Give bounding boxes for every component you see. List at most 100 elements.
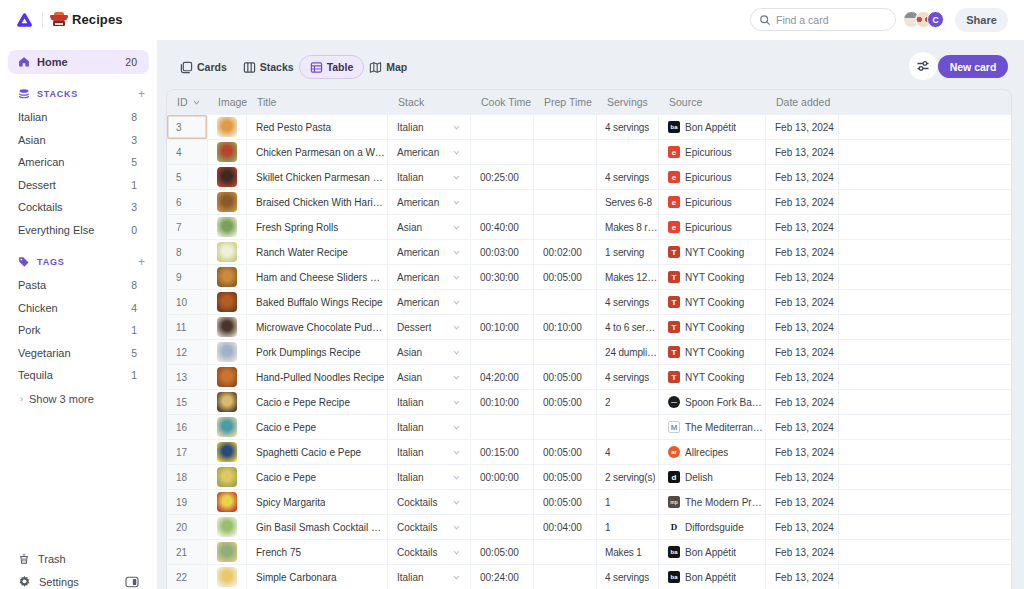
collapse-sidebar-icon[interactable] [125, 576, 139, 588]
filter-button[interactable] [909, 52, 937, 80]
new-card-button[interactable]: New card [938, 55, 1008, 78]
cell-source[interactable]: TNYT Cooking [659, 290, 766, 314]
cell-image[interactable] [208, 490, 247, 514]
cell-id[interactable]: 19 [167, 490, 208, 514]
table-row-18[interactable]: 18Cacio e PepeItalian00:00:0000:05:002 s… [167, 464, 1011, 489]
column-header-servings[interactable]: Servings [597, 96, 659, 108]
cell-cook-time[interactable]: 00:10:00 [471, 315, 534, 339]
table-row-15[interactable]: 15Cacio e Pepe RecipeItalian00:10:0000:0… [167, 389, 1011, 414]
cell-source[interactable]: TNYT Cooking [659, 240, 766, 264]
cell-cook-time[interactable]: 00:03:00 [471, 240, 534, 264]
cell-id[interactable]: 21 [167, 540, 208, 564]
column-header-source[interactable]: Source [659, 96, 766, 108]
cell-prep-time[interactable]: 00:02:00 [534, 240, 597, 264]
tab-cards[interactable]: Cards [180, 55, 227, 79]
table-row-17[interactable]: 17Spaghetti Cacio e PepeItalian00:15:000… [167, 439, 1011, 464]
cell-prep-time[interactable]: 00:05:00 [534, 465, 597, 489]
cell-servings[interactable] [597, 140, 659, 164]
cell-prep-time[interactable] [534, 165, 597, 189]
cell-title[interactable]: Fresh Spring Rolls [247, 215, 388, 239]
table-row-8[interactable]: 8Ranch Water RecipeAmerican00:03:0000:02… [167, 239, 1011, 264]
cell-servings[interactable]: 1 serving [597, 240, 659, 264]
cell-image[interactable] [208, 440, 247, 464]
cell-image[interactable] [208, 465, 247, 489]
cell-image[interactable] [208, 515, 247, 539]
cell-source[interactable]: TNYT Cooking [659, 365, 766, 389]
cell-id[interactable]: 8 [167, 240, 208, 264]
table-row-22[interactable]: 22Simple CarbonaraItalian00:24:004 servi… [167, 564, 1011, 589]
cell-date-added[interactable]: Feb 13, 2024 [766, 365, 839, 389]
cell-date-added[interactable]: Feb 13, 2024 [766, 340, 839, 364]
cell-id[interactable]: 20 [167, 515, 208, 539]
table-row-10[interactable]: 10Baked Buffalo Wings RecipeAmerican4 se… [167, 289, 1011, 314]
cell-servings[interactable]: 1 [597, 515, 659, 539]
cell-prep-time[interactable]: 00:10:00 [534, 315, 597, 339]
cell-date-added[interactable]: Feb 13, 2024 [766, 290, 839, 314]
cell-title[interactable]: Pork Dumplings Recipe [247, 340, 388, 364]
table-row-6[interactable]: 6Braised Chicken With HarissaAmericanSer… [167, 189, 1011, 214]
add-icon[interactable]: + [138, 255, 145, 269]
cell-servings[interactable] [597, 415, 659, 439]
sidebar-item-chicken[interactable]: Chicken4 [8, 297, 149, 320]
cell-stack[interactable]: Cocktails [388, 490, 471, 514]
cell-servings[interactable]: 4 servings [597, 165, 659, 189]
cell-stack[interactable]: American [388, 190, 471, 214]
cell-id[interactable]: 22 [167, 565, 208, 589]
cell-cook-time[interactable] [471, 140, 534, 164]
cell-date-added[interactable]: Feb 13, 2024 [766, 140, 839, 164]
cell-cook-time[interactable]: 00:30:00 [471, 265, 534, 289]
cell-date-added[interactable]: Feb 13, 2024 [766, 565, 839, 589]
cell-date-added[interactable]: Feb 13, 2024 [766, 265, 839, 289]
cell-stack[interactable]: Cocktails [388, 540, 471, 564]
cell-title[interactable]: Spicy Margarita [247, 490, 388, 514]
cell-prep-time[interactable]: 00:05:00 [534, 490, 597, 514]
cell-prep-time[interactable] [534, 540, 597, 564]
cell-source[interactable]: TNYT Cooking [659, 315, 766, 339]
table-row-20[interactable]: 20Gin Basil Smash Cocktail RecipeCocktai… [167, 514, 1011, 539]
avatar-group[interactable]: C [903, 11, 944, 29]
cell-source[interactable]: eEpicurious [659, 165, 766, 189]
cell-servings[interactable]: 4 servings [597, 565, 659, 589]
cell-title[interactable]: Red Pesto Pasta [247, 115, 388, 139]
cell-date-added[interactable]: Feb 13, 2024 [766, 215, 839, 239]
cell-stack[interactable]: American [388, 290, 471, 314]
cell-servings[interactable]: 1 [597, 490, 659, 514]
cell-image[interactable] [208, 315, 247, 339]
cell-image[interactable] [208, 265, 247, 289]
column-header-date-added[interactable]: Date added [766, 96, 839, 108]
cell-servings[interactable]: 24 dumplings [597, 340, 659, 364]
cell-date-added[interactable]: Feb 13, 2024 [766, 515, 839, 539]
cell-cook-time[interactable] [471, 190, 534, 214]
cell-title[interactable]: Ham and Cheese Sliders Recipe [247, 265, 388, 289]
cell-date-added[interactable]: Feb 13, 2024 [766, 190, 839, 214]
cell-source[interactable]: DDiffordsguide [659, 515, 766, 539]
cell-id[interactable]: 11 [167, 315, 208, 339]
cell-id[interactable]: 17 [167, 440, 208, 464]
cell-stack[interactable]: Italian [388, 565, 471, 589]
cell-date-added[interactable]: Feb 13, 2024 [766, 540, 839, 564]
cell-prep-time[interactable] [534, 290, 597, 314]
search-input[interactable]: Find a card [750, 8, 896, 31]
sidebar-item-vegetarian[interactable]: Vegetarian5 [8, 342, 149, 365]
cell-source[interactable]: baBon Appétit [659, 115, 766, 139]
cell-servings[interactable]: Makes 8 rolls [597, 215, 659, 239]
cell-id[interactable]: 15 [167, 390, 208, 414]
cell-prep-time[interactable] [534, 140, 597, 164]
cell-prep-time[interactable] [534, 115, 597, 139]
cell-stack[interactable]: Italian [388, 390, 471, 414]
cell-cook-time[interactable] [471, 115, 534, 139]
cell-source[interactable]: —Spoon Fork Bacon [659, 390, 766, 414]
cell-source[interactable]: baBon Appétit [659, 540, 766, 564]
cell-date-added[interactable]: Feb 13, 2024 [766, 240, 839, 264]
cell-source[interactable]: dDelish [659, 465, 766, 489]
cell-source[interactable]: eEpicurious [659, 215, 766, 239]
cell-title[interactable]: French 75 [247, 540, 388, 564]
cell-servings[interactable]: 4 servings [597, 290, 659, 314]
cell-stack[interactable]: Italian [388, 440, 471, 464]
cell-id[interactable]: 18 [167, 465, 208, 489]
sidebar-item-pork[interactable]: Pork1 [8, 319, 149, 342]
cell-servings[interactable]: 2 [597, 390, 659, 414]
cell-date-added[interactable]: Feb 13, 2024 [766, 415, 839, 439]
column-header-id[interactable]: ID [167, 96, 208, 108]
cell-title[interactable]: Skillet Chicken Parmesan With Tomatoes [247, 165, 388, 189]
